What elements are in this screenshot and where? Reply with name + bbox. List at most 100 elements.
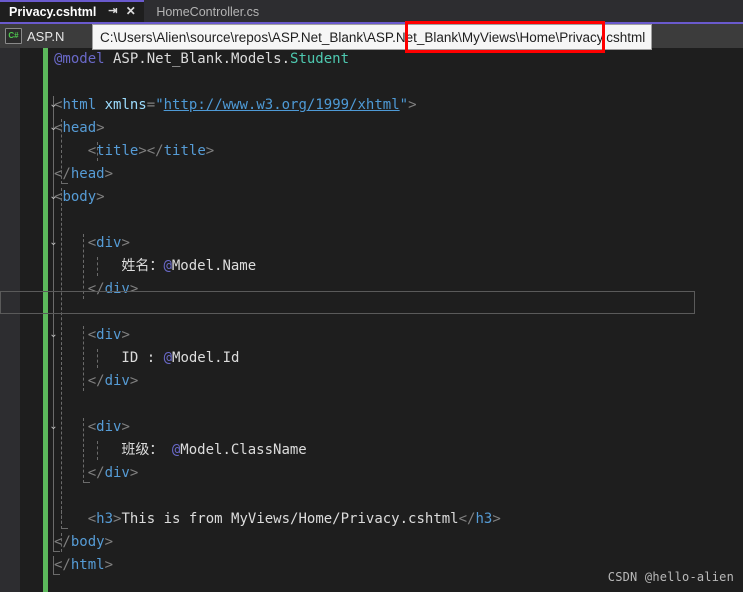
code-token: xmlns [104, 97, 147, 113]
tab-icon-group: ⇥ ✕ [107, 5, 136, 17]
code-token: html [70, 557, 105, 573]
code-token: @model [54, 51, 105, 67]
code-editor[interactable]: @model ASP.Net_Blank.Models.Student <htm… [0, 48, 743, 592]
file-path-text: C:\Users\Alien\source\repos\ASP.Net_Blan… [100, 29, 646, 45]
code-line[interactable]: <h3>This is from MyViews/Home/Privacy.cs… [48, 508, 743, 531]
code-token: = [146, 97, 156, 113]
code-token: @ [163, 258, 172, 274]
code-line[interactable]: <div> [48, 324, 743, 347]
editor-fold-margin[interactable] [20, 48, 43, 592]
tab-strip-filler [271, 0, 743, 22]
code-token: div [104, 373, 130, 389]
code-token: h3 [96, 511, 114, 527]
code-token: > [129, 465, 139, 481]
code-line[interactable]: </div> [48, 278, 743, 301]
code-token: > [492, 511, 501, 527]
code-token: > [104, 534, 114, 550]
code-token: title [96, 143, 139, 159]
code-token: div [96, 235, 122, 251]
file-path-tooltip: C:\Users\Alien\source\repos\ASP.Net_Blan… [92, 24, 653, 50]
code-token: body [62, 189, 97, 205]
code-line[interactable]: <head> [48, 117, 743, 140]
code-token: < [54, 235, 97, 251]
code-line[interactable] [48, 301, 743, 324]
code-line[interactable]: </div> [48, 370, 743, 393]
code-token: </ [54, 465, 105, 481]
code-line[interactable]: </body> [48, 531, 743, 554]
code-line[interactable] [48, 485, 743, 508]
code-token: > [121, 419, 130, 435]
code-token: http://www.w3.org/1999/xhtml [163, 97, 400, 113]
code-token: html [62, 97, 97, 113]
code-token: > [121, 327, 130, 343]
code-token: Model.ClassName [180, 442, 307, 458]
tab-privacy-cshtml[interactable]: Privacy.cshtml ⇥ ✕ [0, 0, 145, 22]
code-token: This is from MyViews/Home/Privacy.cshtml [121, 511, 459, 527]
code-token: </ [54, 281, 105, 297]
code-token: > [96, 120, 105, 136]
code-line[interactable]: <title></title> [48, 140, 743, 163]
tab-homecontroller-cs[interactable]: HomeController.cs [144, 0, 272, 22]
code-token: > [129, 281, 139, 297]
code-token: > [205, 143, 215, 159]
editor-outer-margin [0, 48, 20, 592]
project-dropdown[interactable]: ASP.N [27, 29, 64, 44]
code-token: div [96, 327, 122, 343]
code-token: < [54, 511, 97, 527]
code-line[interactable]: 姓名：@Model.Name [48, 255, 743, 278]
code-token: @ [163, 350, 173, 366]
watermark: CSDN @hello-alien [607, 570, 734, 584]
code-line[interactable] [48, 71, 743, 94]
vs-editor-window: Privacy.cshtml ⇥ ✕ HomeController.cs C# … [0, 0, 743, 592]
code-line[interactable]: <div> [48, 232, 743, 255]
code-token: ASP.Net_Blank.Models. [104, 51, 291, 67]
code-line[interactable]: <html xmlns="http://www.w3.org/1999/xhtm… [48, 94, 743, 117]
code-token: </ [54, 534, 71, 550]
code-token: > [104, 557, 114, 573]
code-token: > [121, 235, 130, 251]
editor-tab-strip: Privacy.cshtml ⇥ ✕ HomeController.cs [0, 0, 743, 22]
close-icon[interactable]: ✕ [125, 5, 136, 17]
code-token: Model.Name [171, 258, 257, 274]
code-token: Student [290, 51, 350, 67]
code-token: < [54, 143, 97, 159]
code-token: > [104, 166, 114, 182]
code-token: 班级： [54, 442, 172, 458]
code-token: </ [458, 511, 476, 527]
pin-icon[interactable]: ⇥ [107, 6, 118, 17]
csharp-icon: C# [5, 28, 22, 44]
code-token: </ [54, 557, 71, 573]
code-token: title [163, 143, 206, 159]
code-token: 姓名： [54, 258, 164, 274]
code-token: body [70, 534, 105, 550]
tab-label: Privacy.cshtml [9, 4, 97, 19]
code-lines-container[interactable]: @model ASP.Net_Blank.Models.Student <htm… [48, 48, 743, 592]
code-token: </ [54, 373, 105, 389]
code-line[interactable]: </div> [48, 462, 743, 485]
code-token: ></ [138, 143, 164, 159]
tab-label: HomeController.cs [156, 5, 260, 19]
code-token: Model.Id [172, 350, 240, 366]
code-token: > [408, 97, 417, 113]
code-line[interactable]: <body> [48, 186, 743, 209]
code-line[interactable] [48, 393, 743, 416]
code-line[interactable]: ID : @Model.Id [48, 347, 743, 370]
code-token: div [96, 419, 122, 435]
code-line[interactable] [48, 209, 743, 232]
code-token: > [129, 373, 139, 389]
code-token: ID : [54, 350, 164, 366]
code-line[interactable]: @model ASP.Net_Blank.Models.Student [48, 48, 743, 71]
code-token: div [104, 281, 130, 297]
code-token: > [96, 189, 105, 205]
code-token: head [70, 166, 105, 182]
code-line[interactable]: <div> [48, 416, 743, 439]
code-line[interactable]: </head> [48, 163, 743, 186]
code-line[interactable]: 班级： @Model.ClassName [48, 439, 743, 462]
code-token: div [104, 465, 130, 481]
code-token: < [54, 327, 97, 343]
code-token: " [399, 97, 409, 113]
code-token: " [155, 97, 164, 113]
code-token: </ [54, 166, 71, 182]
code-token: h3 [475, 511, 493, 527]
